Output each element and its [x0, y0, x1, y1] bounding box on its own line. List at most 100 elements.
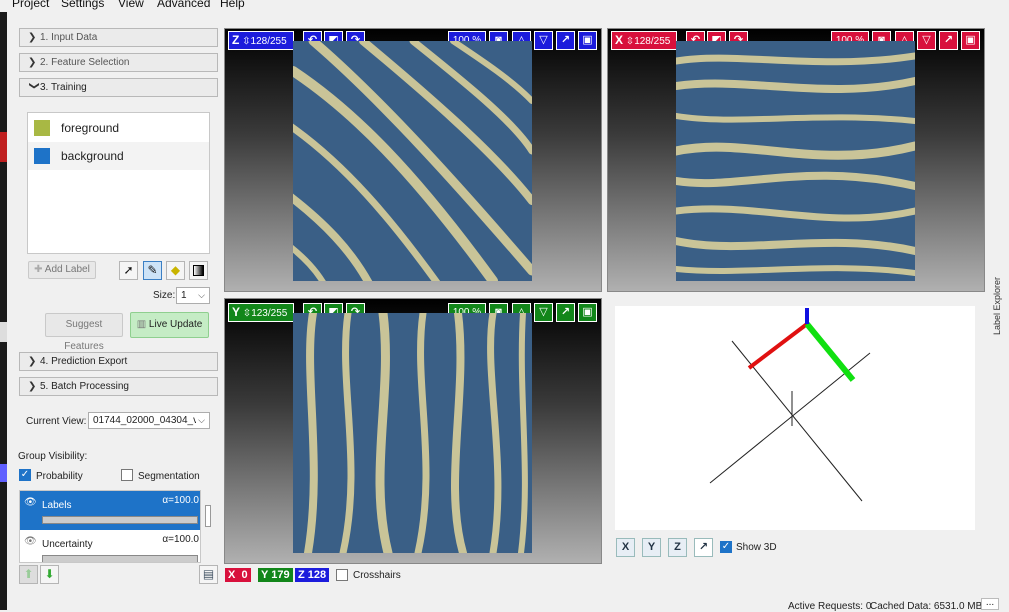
current-view-label: Current View:	[26, 416, 87, 427]
slice-texture-z	[293, 41, 532, 281]
viewer-z[interactable]: Z ⇳128/255 ↶ ◩ ↷ 100 % ◙ △ ▽ ↗ ▣	[224, 28, 602, 292]
eye-icon[interactable]: 👁	[24, 536, 37, 547]
applet-prediction-export[interactable]: ❯ 4. Prediction Export	[19, 352, 218, 371]
triangle-down-icon: ▽	[922, 34, 931, 46]
arrow-up-icon: ⬆	[23, 567, 34, 581]
slice-texture-x	[676, 52, 915, 276]
active-requests: Active Requests: 0	[788, 601, 872, 612]
slice-label-x[interactable]: X ⇳128/255	[611, 31, 677, 50]
add-label-button[interactable]: ✚ Add Label	[28, 261, 96, 279]
undock-button[interactable]: ↗	[939, 31, 958, 50]
label-background[interactable]: background	[28, 142, 209, 170]
live-update-icon: ▥	[136, 319, 147, 330]
navigation-tool[interactable]: ➚	[119, 261, 138, 280]
desktop-mark	[0, 464, 7, 482]
menu-settings[interactable]: Settings	[61, 0, 104, 10]
slice-texture-y	[304, 313, 528, 553]
chevron-right-icon: ❯	[28, 57, 37, 68]
arrow-down-icon: ⬇	[44, 567, 55, 581]
applet-input-data[interactable]: ❯ 1. Input Data	[19, 28, 218, 47]
applet-feature-selection[interactable]: ❯ 2. Feature Selection	[19, 53, 218, 72]
menu-advanced[interactable]: Advanced	[157, 0, 210, 10]
axes-3d-render	[709, 308, 871, 502]
live-update-button[interactable]: ▥ Live Update	[130, 312, 209, 338]
label-foreground[interactable]: foreground	[28, 114, 209, 142]
eraser-tool[interactable]: ◆	[166, 261, 185, 280]
applet-batch-processing[interactable]: ❯ 5. Batch Processing	[19, 377, 218, 396]
chevron-down-icon: ⌵	[196, 413, 205, 428]
coord-x: X 0	[225, 568, 251, 582]
coord-y: Y 179	[258, 568, 293, 582]
layer-list: 👁 Labels α=100.0 👁 Uncertainty α=100.0	[19, 490, 201, 563]
focus-3d-button[interactable]: ↗	[694, 538, 713, 557]
probability-checkbox[interactable]: ✓	[19, 469, 31, 481]
label-color-swatch[interactable]	[34, 148, 50, 164]
layer-export-button[interactable]: ▤	[199, 565, 218, 584]
layer-opacity-slider[interactable]	[42, 516, 198, 524]
slice-down-button[interactable]: ▽	[917, 31, 936, 50]
maximize-button[interactable]: ▣	[961, 31, 980, 50]
plus-icon: ✚	[34, 264, 43, 275]
threshold-tool[interactable]	[189, 261, 208, 280]
maximize-icon: ▣	[582, 306, 593, 318]
brush-tool[interactable]: ✎	[143, 261, 162, 280]
chevron-down-icon: ❯	[28, 81, 40, 90]
maximize-icon: ▣	[582, 34, 593, 46]
desktop-mark	[0, 132, 7, 162]
status-bar: Active Requests: 0 Cached Data: 6531.0 M…	[0, 598, 1009, 612]
show-3d-checkbox[interactable]: ✓	[720, 541, 732, 553]
viewer-y[interactable]: Y ⇳123/255 ↶ ◩ ↷ 100 % ◙ △ ▽ ↗ ▣	[224, 298, 602, 564]
eye-icon[interactable]: 👁	[24, 497, 37, 508]
toggle-y-slice-button[interactable]: Y	[642, 538, 661, 557]
eraser-icon: ◆	[170, 263, 181, 277]
slice-label-z[interactable]: Z ⇳128/255	[228, 31, 294, 50]
probability-label: Probability	[36, 471, 83, 482]
pointer-icon: ➚	[123, 263, 134, 277]
menu-project[interactable]: Project	[12, 0, 49, 10]
crosshairs-checkbox[interactable]	[336, 569, 348, 581]
y-axis-icon: Y	[647, 541, 656, 553]
move-layer-down-button[interactable]: ⬇	[40, 565, 59, 584]
z-axis-icon: Z	[674, 541, 681, 553]
undock-button[interactable]: ↗	[556, 31, 575, 50]
desktop-strip	[0, 12, 7, 610]
toggle-z-slice-button[interactable]: Z	[668, 538, 687, 557]
arrow-out-icon: ↗	[698, 541, 709, 553]
applet-training[interactable]: ❯3. Training	[19, 78, 218, 97]
chevron-right-icon: ❯	[28, 32, 37, 43]
brush-size-select[interactable]: 1 ⌵	[176, 287, 210, 304]
arrow-out-icon: ↗	[560, 34, 571, 46]
maximize-button[interactable]: ▣	[578, 31, 597, 50]
menu-bar: Project Settings View Advanced Help	[0, 0, 1009, 12]
layer-uncertainty[interactable]: 👁 Uncertainty α=100.0	[20, 530, 200, 562]
menu-view[interactable]: View	[118, 0, 144, 10]
slice-down-button[interactable]: ▽	[534, 303, 553, 322]
triangle-down-icon: ▽	[539, 306, 548, 318]
arrow-out-icon: ↗	[560, 306, 571, 318]
layer-opacity-slider[interactable]	[42, 555, 198, 562]
slice-image-y[interactable]	[293, 313, 532, 553]
label-explorer-tab[interactable]: Label Explorer	[986, 275, 1004, 337]
move-layer-up-button[interactable]: ⬆	[19, 565, 38, 584]
layer-list-scrollbar[interactable]	[205, 505, 211, 527]
maximize-button[interactable]: ▣	[578, 303, 597, 322]
label-list: foreground background	[27, 112, 210, 254]
view-3d[interactable]	[615, 306, 975, 530]
segmentation-checkbox[interactable]	[121, 469, 133, 481]
suggest-features-button[interactable]: Suggest Features	[45, 313, 123, 352]
viewer-x[interactable]: X ⇳128/255 ↶ ◩ ↷ 100 % ◙ △ ▽ ↗ ▣	[607, 28, 985, 292]
slice-down-button[interactable]: ▽	[534, 31, 553, 50]
undock-button[interactable]: ↗	[556, 303, 575, 322]
toggle-x-slice-button[interactable]: X	[616, 538, 635, 557]
triangle-down-icon: ▽	[539, 34, 548, 46]
current-view-select[interactable]: 01744_02000_04304_vo ⌵	[88, 412, 210, 429]
slice-label-y[interactable]: Y ⇳123/255	[228, 303, 294, 322]
slice-image-x[interactable]	[676, 41, 915, 281]
status-more-button[interactable]: ...	[981, 598, 999, 610]
layer-labels[interactable]: 👁 Labels α=100.0	[20, 491, 200, 530]
slice-image-z[interactable]	[293, 41, 532, 281]
menu-help[interactable]: Help	[220, 0, 245, 10]
label-color-swatch[interactable]	[34, 120, 50, 136]
brush-icon: ✎	[147, 263, 158, 277]
gradient-icon	[193, 265, 204, 276]
